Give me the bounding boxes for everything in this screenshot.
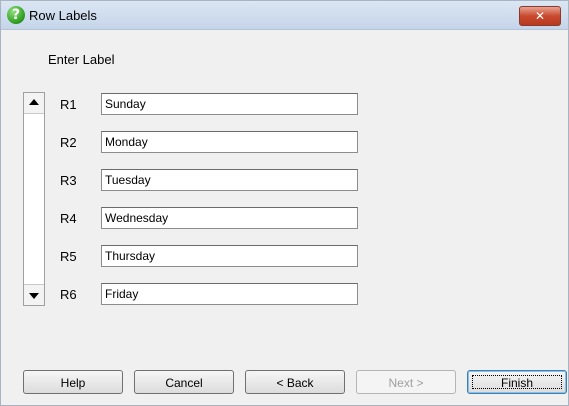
row-label-input[interactable] bbox=[101, 245, 358, 267]
row-label-input[interactable] bbox=[101, 207, 358, 229]
finish-button[interactable]: Finish bbox=[467, 370, 567, 394]
focus-rectangle bbox=[472, 375, 562, 389]
label-row-r3: R3 bbox=[1, 169, 361, 193]
row-label: R4 bbox=[60, 211, 77, 226]
row-label-input[interactable] bbox=[101, 131, 358, 153]
row-label: R6 bbox=[60, 287, 77, 302]
label-row-r5: R5 bbox=[1, 245, 361, 269]
row-labels-dialog: ? Row Labels ✕ Enter Label R1 R2 R3 R4 bbox=[0, 0, 569, 406]
row-label-input[interactable] bbox=[101, 93, 358, 115]
row-label: R3 bbox=[60, 173, 77, 188]
label-row-r4: R4 bbox=[1, 207, 361, 231]
row-label: R2 bbox=[60, 135, 77, 150]
row-label-input[interactable] bbox=[101, 169, 358, 191]
close-button[interactable]: ✕ bbox=[519, 6, 561, 26]
row-label: R5 bbox=[60, 249, 77, 264]
cancel-button[interactable]: Cancel bbox=[134, 370, 234, 394]
label-row-r1: R1 bbox=[1, 93, 361, 117]
back-button[interactable]: < Back bbox=[245, 370, 345, 394]
help-question-icon: ? bbox=[7, 6, 25, 24]
enter-label-prompt: Enter Label bbox=[48, 52, 115, 67]
row-label: R1 bbox=[60, 97, 77, 112]
window-title: Row Labels bbox=[29, 8, 97, 23]
dialog-body: Enter Label R1 R2 R3 R4 R5 bbox=[1, 30, 568, 405]
row-label-input[interactable] bbox=[101, 283, 358, 305]
label-row-r2: R2 bbox=[1, 131, 361, 155]
title-bar[interactable]: ? Row Labels ✕ bbox=[1, 1, 568, 30]
rows-scrollbar[interactable] bbox=[23, 92, 45, 306]
label-row-r6: R6 bbox=[1, 283, 361, 307]
next-button[interactable]: Next > bbox=[356, 370, 456, 394]
help-button[interactable]: Help bbox=[23, 370, 123, 394]
